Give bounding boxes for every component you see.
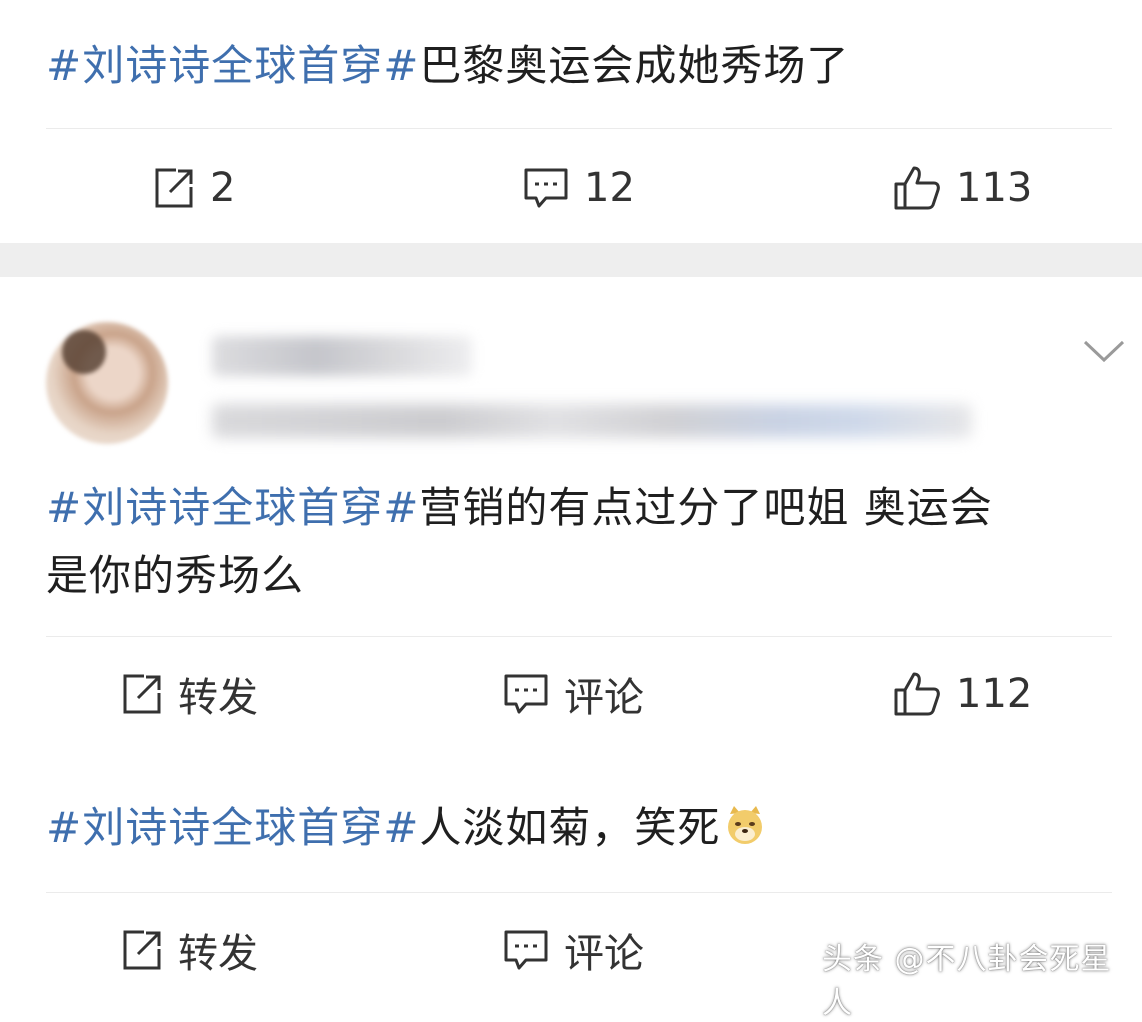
post-1-repost-count: 2	[210, 165, 236, 211]
blurred-post-meta	[212, 404, 972, 438]
post-1-actions: 2 12 113	[0, 148, 1142, 228]
post-1-topic-link[interactable]: #刘诗诗全球首穿#	[46, 41, 419, 90]
post-3-repost-button[interactable]: 转发	[118, 910, 258, 990]
post-1-like-count: 113	[956, 165, 1033, 211]
doge-icon	[728, 806, 763, 844]
post-1-comment-button[interactable]: 12	[522, 148, 635, 228]
post-3-comment-label: 评论	[564, 931, 644, 977]
post-1-body: 巴黎奥运会成她秀场了	[419, 41, 850, 90]
post-2-like-button[interactable]: 112	[892, 654, 1032, 734]
post-2-comment-button[interactable]: 评论	[502, 654, 644, 734]
post-2-actions: 转发 评论 112	[0, 654, 1142, 734]
post-3-repost-label: 转发	[178, 931, 258, 977]
post-3-text: #刘诗诗全球首穿#人淡如菊，笑死	[46, 794, 1102, 862]
post-1-comment-count: 12	[584, 165, 635, 211]
post-2-comment-label: 评论	[564, 675, 644, 721]
post-separator	[0, 243, 1142, 277]
repost-icon	[123, 930, 161, 970]
repost-icon	[123, 674, 161, 714]
watermark: 头条 @不八卦会死星人	[822, 942, 1112, 1021]
post-2-repost-label: 转发	[178, 675, 258, 721]
post-1-divider	[46, 128, 1112, 129]
avatar[interactable]	[46, 322, 168, 444]
post-2-text: #刘诗诗全球首穿#营销的有点过分了吧姐 奥运会 是你的秀场么	[46, 474, 1102, 610]
post-2-like-count: 112	[956, 671, 1033, 717]
post-1-text: #刘诗诗全球首穿#巴黎奥运会成她秀场了	[46, 32, 1102, 100]
repost-icon	[155, 168, 193, 208]
post-3-divider	[46, 892, 1112, 893]
post-2-repost-button[interactable]: 转发	[118, 654, 258, 734]
chevron-down-icon[interactable]	[1082, 338, 1126, 366]
post-3-topic-link[interactable]: #刘诗诗全球首穿#	[46, 803, 419, 852]
post-1-like-button[interactable]: 113	[892, 148, 1032, 228]
post-2-divider	[46, 636, 1112, 637]
post-2-body-line2: 是你的秀场么	[46, 551, 305, 600]
blurred-username	[212, 336, 472, 376]
comment-icon	[504, 930, 548, 970]
post-3-body: 人淡如菊，笑死	[419, 803, 721, 852]
post-1-repost-button[interactable]: 2	[150, 148, 235, 228]
post-3-comment-button[interactable]: 评论	[502, 910, 644, 990]
post-2-body-line1: 营销的有点过分了吧姐 奥运会	[419, 483, 993, 532]
comment-icon	[524, 168, 568, 208]
comment-icon	[504, 674, 548, 714]
post-2-topic-link[interactable]: #刘诗诗全球首穿#	[46, 483, 419, 532]
thumbs-up-icon	[894, 672, 940, 716]
thumbs-up-icon	[894, 166, 940, 210]
